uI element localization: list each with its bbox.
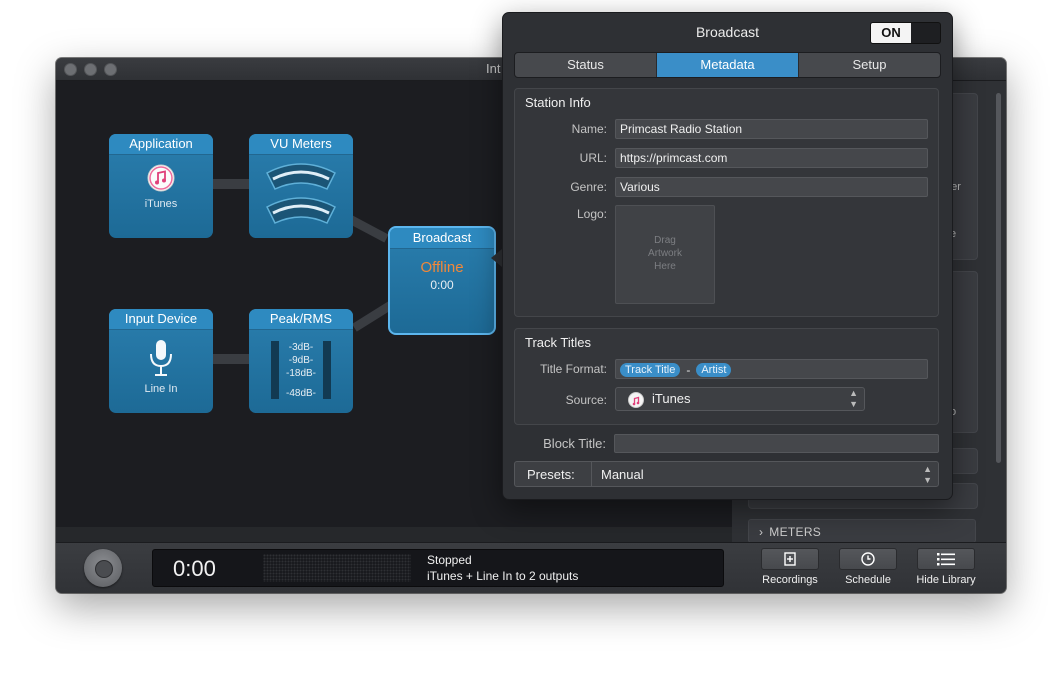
tab-status[interactable]: Status bbox=[515, 53, 657, 77]
schedule-button[interactable] bbox=[839, 548, 897, 570]
itunes-icon bbox=[147, 164, 175, 192]
library-scrollbar[interactable] bbox=[996, 93, 1001, 463]
tool-label: Recordings bbox=[762, 574, 818, 586]
meters-label: METERS bbox=[769, 525, 822, 539]
block-title-label: Block Title: bbox=[543, 436, 606, 451]
hide-library-button[interactable] bbox=[917, 548, 975, 570]
node-title: VU Meters bbox=[249, 134, 353, 155]
list-icon bbox=[937, 553, 955, 566]
schedule-tool[interactable]: Schedule bbox=[834, 548, 902, 586]
record-icon bbox=[95, 560, 113, 578]
name-label: Name: bbox=[571, 122, 607, 136]
tool-label: Schedule bbox=[845, 574, 891, 586]
hide-library-tool[interactable]: Hide Library bbox=[910, 548, 982, 586]
transport-status: Stopped bbox=[427, 553, 472, 567]
recordings-tool[interactable]: Recordings bbox=[756, 548, 824, 586]
source-value: iTunes bbox=[652, 391, 691, 406]
node-title: Peak/RMS bbox=[249, 309, 353, 330]
db-label: -48dB- bbox=[285, 388, 316, 399]
title-format-label: Title Format: bbox=[540, 362, 607, 376]
url-label: URL: bbox=[579, 151, 607, 165]
recordings-icon bbox=[784, 552, 796, 566]
recordings-button[interactable] bbox=[761, 548, 819, 570]
tab-metadata[interactable]: Metadata bbox=[657, 53, 799, 77]
transport-description: iTunes + Line In to 2 outputs bbox=[427, 569, 579, 583]
node-title: Input Device bbox=[109, 309, 213, 330]
minimize-window-button[interactable] bbox=[84, 63, 97, 76]
itunes-icon bbox=[628, 392, 644, 408]
connector bbox=[213, 179, 249, 189]
station-url-field[interactable]: https://primcast.com bbox=[615, 148, 928, 168]
window-title: Int bbox=[486, 61, 501, 76]
elapsed-time: 0:00 bbox=[173, 556, 216, 581]
meters-section-header[interactable]: › METERS bbox=[748, 519, 976, 543]
broadcast-time: 0:00 bbox=[430, 278, 454, 292]
clock-icon bbox=[861, 552, 875, 566]
logo-drop-area[interactable]: Drag Artwork Here bbox=[615, 205, 715, 304]
logo-placeholder-text: Drag bbox=[654, 235, 676, 246]
select-chevron-icon: ▲ ▼ bbox=[849, 388, 858, 409]
vu-meter-icon bbox=[266, 163, 336, 224]
broadcast-popover: Broadcast ON Status Metadata Setup Stati… bbox=[502, 12, 953, 500]
node-title: Application bbox=[109, 134, 213, 155]
presets-divider bbox=[591, 462, 592, 486]
record-button[interactable] bbox=[84, 549, 122, 587]
zoom-window-button[interactable] bbox=[104, 63, 117, 76]
logo-label: Logo: bbox=[576, 207, 607, 221]
track-title-token[interactable]: Track Title bbox=[620, 362, 681, 377]
node-title: Broadcast bbox=[390, 228, 494, 249]
transport-bar: 0:00 Stopped iTunes + Line In to 2 outpu… bbox=[56, 542, 1006, 593]
node-subtitle: Line In bbox=[144, 383, 178, 395]
title-format-field[interactable]: Track Title - Artist bbox=[615, 359, 928, 379]
popover-tabs: Status Metadata Setup bbox=[514, 52, 941, 78]
db-label: -18dB- bbox=[285, 368, 316, 379]
logo-placeholder-text: Here bbox=[654, 261, 676, 272]
station-genre-field[interactable]: Various bbox=[615, 177, 928, 197]
input-device-node[interactable]: Input Device Line In bbox=[109, 309, 213, 413]
node-subtitle: iTunes bbox=[144, 198, 178, 210]
logo-placeholder-text: Artwork bbox=[648, 248, 682, 259]
tab-setup[interactable]: Setup bbox=[799, 53, 940, 77]
presets-value: Manual bbox=[601, 467, 644, 482]
genre-label: Genre: bbox=[570, 180, 607, 194]
vu-meters-node[interactable]: VU Meters bbox=[249, 134, 353, 238]
broadcast-status: Offline bbox=[420, 259, 464, 276]
artist-token[interactable]: Artist bbox=[696, 362, 732, 377]
block-title-field[interactable] bbox=[614, 434, 939, 453]
station-info-section: Station Info Name: Primcast Radio Statio… bbox=[514, 88, 939, 317]
status-display: 0:00 Stopped iTunes + Line In to 2 outpu… bbox=[152, 549, 724, 587]
db-label: -9dB- bbox=[288, 355, 314, 366]
application-node[interactable]: Application iTunes bbox=[109, 134, 213, 238]
close-window-button[interactable] bbox=[64, 63, 77, 76]
level-display-grid bbox=[263, 554, 411, 582]
section-title: Track Titles bbox=[525, 335, 591, 350]
canvas-footer bbox=[56, 527, 732, 542]
section-title: Station Info bbox=[525, 95, 591, 110]
tool-label: Hide Library bbox=[916, 574, 976, 586]
db-label: -3dB- bbox=[288, 342, 314, 353]
select-chevron-icon: ▲ ▼ bbox=[923, 464, 932, 485]
source-select[interactable]: iTunes ▲ ▼ bbox=[615, 387, 865, 411]
station-name-field[interactable]: Primcast Radio Station bbox=[615, 119, 928, 139]
token-separator: - bbox=[686, 362, 691, 377]
source-label: Source: bbox=[565, 393, 607, 407]
chevron-right-icon: › bbox=[759, 525, 764, 539]
broadcast-node[interactable]: Broadcast Offline 0:00 bbox=[388, 226, 496, 335]
peak-rms-node[interactable]: Peak/RMS -3dB- -9dB- -18dB- -48dB- bbox=[249, 309, 353, 413]
track-titles-section: Track Titles Title Format: Track Title - A… bbox=[514, 328, 939, 425]
popover-arrow bbox=[491, 249, 502, 267]
presets-select[interactable]: Presets: Manual ▲ ▼ bbox=[514, 461, 939, 487]
presets-label: Presets: bbox=[527, 467, 575, 482]
broadcast-on-toggle[interactable]: ON bbox=[870, 22, 941, 44]
microphone-icon bbox=[150, 340, 172, 376]
toggle-on-label: ON bbox=[871, 23, 911, 43]
connector bbox=[213, 354, 249, 364]
